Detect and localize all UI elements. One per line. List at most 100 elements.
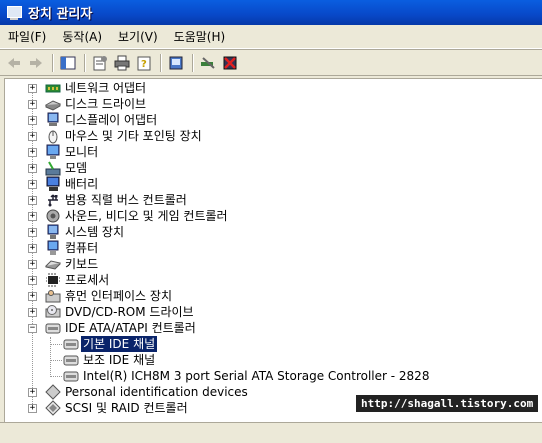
expand-icon[interactable]: +	[28, 292, 37, 301]
tree-item-label: 모니터	[65, 145, 99, 159]
show-hide-console-tree-button[interactable]	[58, 53, 78, 73]
expand-icon[interactable]: +	[28, 100, 37, 109]
tree-item-modem[interactable]: + 모뎀	[5, 160, 542, 176]
tree-item-label: 휴먼 인터페이스 장치	[65, 289, 172, 303]
tree-item-label: IDE ATA/ATAPI 컨트롤러	[65, 321, 196, 335]
print-button[interactable]	[112, 53, 132, 73]
tree-item-computer[interactable]: + 컴퓨터	[5, 240, 542, 256]
printer-icon	[114, 55, 130, 70]
scan-hardware-button[interactable]	[166, 53, 186, 73]
tree-item-usb[interactable]: + 범용 직렬 버스 컨트롤러	[5, 192, 542, 208]
mouse-icon	[45, 128, 61, 144]
expand-icon[interactable]: +	[28, 196, 37, 205]
menu-action[interactable]: 동작(A)	[54, 28, 110, 45]
back-button[interactable]	[4, 53, 24, 73]
watermark: http://shagall.tistory.com	[356, 395, 539, 412]
properties-button[interactable]	[90, 53, 110, 73]
ide-channel-icon	[63, 352, 79, 368]
tree-item-label: 사운드, 비디오 및 게임 컨트롤러	[65, 209, 228, 223]
menu-view[interactable]: 보기(V)	[110, 28, 166, 45]
tree-item-sata-controller[interactable]: Intel(R) ICH8M 3 port Serial ATA Storage…	[5, 368, 542, 384]
svg-text:?: ?	[141, 59, 147, 70]
hid-icon	[45, 288, 61, 304]
scan-hardware-icon	[169, 56, 183, 69]
properties-icon	[93, 55, 107, 70]
tree-item-label: 마우스 및 기타 포인팅 장치	[65, 129, 202, 143]
forward-arrow-icon	[30, 57, 42, 68]
help-button[interactable]: ?	[134, 53, 154, 73]
console-tree-icon	[60, 56, 76, 69]
update-driver-button[interactable]	[198, 53, 218, 73]
menu-file[interactable]: 파일(F)	[0, 28, 54, 45]
title-bar: 장치 관리자	[0, 0, 542, 25]
update-driver-icon	[201, 56, 215, 69]
expand-icon[interactable]: +	[28, 116, 37, 125]
tree-item-label: SCSI 및 RAID 컨트롤러	[65, 401, 188, 415]
tree-item-label: 기본 IDE 채널	[81, 336, 158, 352]
device-tree[interactable]: + 네트워크 어댑터 + 디스크 드라이브 + 디스플레이 어댑터 + 마우스 …	[4, 78, 542, 423]
processor-icon	[45, 272, 61, 288]
expand-icon[interactable]: +	[28, 212, 37, 221]
expand-icon[interactable]: +	[28, 228, 37, 237]
tree-item-battery[interactable]: + 배터리	[5, 176, 542, 192]
cdrom-icon	[45, 304, 61, 320]
tree-item-sound[interactable]: + 사운드, 비디오 및 게임 컨트롤러	[5, 208, 542, 224]
menu-help[interactable]: 도움말(H)	[166, 28, 234, 45]
expand-icon[interactable]: +	[28, 180, 37, 189]
tree-item-system-device[interactable]: + 시스템 장치	[5, 224, 542, 240]
forward-button[interactable]	[26, 53, 46, 73]
expand-icon[interactable]: +	[28, 164, 37, 173]
computer-icon	[45, 240, 61, 256]
help-icon: ?	[137, 56, 151, 70]
tree-item-hid[interactable]: + 휴먼 인터페이스 장치	[5, 288, 542, 304]
expand-icon[interactable]: +	[28, 84, 37, 93]
expand-icon[interactable]: +	[28, 132, 37, 141]
tree-item-network-adapter[interactable]: + 네트워크 어댑터	[5, 80, 542, 96]
tree-item-secondary-ide-channel[interactable]: 보조 IDE 채널	[5, 352, 542, 368]
expand-icon[interactable]: +	[28, 244, 37, 253]
tree-item-cdrom[interactable]: + DVD/CD-ROM 드라이브	[5, 304, 542, 320]
scsi-icon	[45, 400, 61, 416]
expand-icon[interactable]: +	[28, 404, 37, 413]
expand-icon[interactable]: +	[28, 388, 37, 397]
display-adapter-icon	[45, 112, 61, 128]
tree-item-label: 네트워크 어댑터	[65, 81, 147, 95]
tree-item-label: Personal identification devices	[65, 385, 248, 399]
toolbar: ?	[0, 50, 542, 76]
window-title: 장치 관리자	[28, 7, 93, 22]
tree-item-label: Intel(R) ICH8M 3 port Serial ATA Storage…	[83, 369, 430, 383]
toolbar-separator	[192, 53, 194, 72]
device-manager-icon	[6, 5, 22, 21]
tree-item-label: 보조 IDE 채널	[83, 353, 156, 367]
tree-item-label: 디스크 드라이브	[65, 97, 147, 111]
tree-item-label: 범용 직렬 버스 컨트롤러	[65, 193, 187, 207]
tree-item-label: 디스플레이 어댑터	[65, 113, 158, 127]
expand-icon[interactable]: +	[28, 260, 37, 269]
expand-icon[interactable]: +	[28, 276, 37, 285]
tree-item-disk-drive[interactable]: + 디스크 드라이브	[5, 96, 542, 112]
back-arrow-icon	[8, 57, 20, 68]
tree-item-label: 배터리	[65, 177, 99, 191]
collapse-icon[interactable]: −	[28, 324, 37, 333]
expand-icon[interactable]: +	[28, 308, 37, 317]
toolbar-separator	[84, 53, 86, 72]
network-adapter-icon	[45, 80, 61, 96]
uninstall-button[interactable]	[220, 53, 240, 73]
tree-item-primary-ide-channel[interactable]: 기본 IDE 채널	[5, 336, 542, 352]
tree-item-label: 프로세서	[65, 273, 110, 287]
disk-drive-icon	[44, 96, 62, 112]
tree-item-processor[interactable]: + 프로세서	[5, 272, 542, 288]
tree-item-label: 키보드	[65, 257, 99, 271]
battery-icon	[45, 176, 61, 192]
expand-icon[interactable]: +	[28, 148, 37, 157]
tree-item-mouse[interactable]: + 마우스 및 기타 포인팅 장치	[5, 128, 542, 144]
status-bar	[0, 422, 542, 443]
tree-item-label: 시스템 장치	[65, 225, 125, 239]
tree-item-keyboard[interactable]: + 키보드	[5, 256, 542, 272]
usb-icon	[45, 192, 61, 208]
tree-item-monitor[interactable]: + 모니터	[5, 144, 542, 160]
tree-item-ide-controller[interactable]: − IDE ATA/ATAPI 컨트롤러	[5, 320, 542, 336]
tree-item-display-adapter[interactable]: + 디스플레이 어댑터	[5, 112, 542, 128]
tree-item-label: 모뎀	[65, 161, 88, 175]
toolbar-separator	[52, 53, 54, 72]
